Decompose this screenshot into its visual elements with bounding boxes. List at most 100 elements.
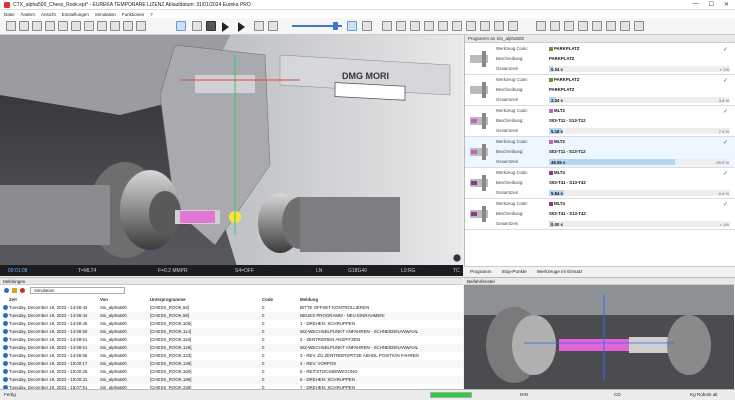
tool-time-value: 2.34 s [551,98,563,103]
check-icon[interactable] [176,21,186,31]
checkbox-icon[interactable] [606,21,616,31]
menu-aendern[interactable]: Ändern [21,12,36,17]
report-icon[interactable] [634,21,644,31]
message-row[interactable]: Tuesday, December 19, 2023 - 14:59:45 Sin… [0,320,463,328]
msg-time: Tuesday, December 19, 2023 - 15:00:17 [9,361,88,366]
close-button[interactable]: ✕ [724,1,729,8]
simulation-viewport[interactable]: DMG MORI [0,35,463,276]
tool-card[interactable]: Werkzeug Code: PARKPLATZ ✓ Beschreibung: PAR… [465,44,735,75]
info-icon [3,305,8,310]
menu-datei[interactable]: Datei [4,12,15,17]
tool-desc-label: Beschreibung: [496,180,524,185]
info-icon [3,313,8,318]
tool-card[interactable]: Werkzeug Code: MLT4 ✓ Beschreibung: S03-T41 … [465,168,735,199]
minimize-button[interactable]: — [693,1,699,8]
messages-filter-bar: Simulation [2,287,462,295]
speed-slider-handle[interactable] [333,22,338,30]
ruler-icon[interactable] [550,21,560,31]
message-row[interactable]: Tuesday, December 19, 2023 - 14:59:51 Sin… [0,336,463,344]
message-row[interactable]: Tuesday, December 19, 2023 - 15:00:25 Sin… [0,368,463,376]
tool-card[interactable]: Werkzeug Code: MLT4 ✓ Beschreibung: S03-T41 … [465,199,735,230]
message-row[interactable]: Tuesday, December 19, 2023 - 14:59:44 Sin… [0,312,463,320]
view-orientation-icon[interactable] [452,253,462,263]
step-back-icon[interactable] [268,21,278,31]
export-icon[interactable] [620,21,630,31]
machine-scene: DMG MORI [0,35,463,276]
open-file-icon[interactable] [19,21,29,31]
network-icon[interactable] [452,21,462,31]
menu-ansicht[interactable]: Ansicht [41,12,56,17]
save-icon[interactable] [32,21,42,31]
info-filter-icon[interactable] [4,288,9,293]
menu-help[interactable]: ? [150,12,153,17]
tool-card[interactable]: Werkzeug Code: PARKPLATZ ✓ Beschreibung: PAR… [465,75,735,106]
table-icon[interactable] [97,21,107,31]
mini-view-scene[interactable] [464,285,734,389]
play-icon[interactable] [222,22,229,32]
dimension-icon[interactable] [564,21,574,31]
camera-icon[interactable] [362,21,372,31]
menu-einstellungen[interactable]: Einstellungen [62,12,89,17]
tool-time-percent: 3.8 % [718,98,729,103]
document-icon[interactable] [84,21,94,31]
pointer-icon[interactable] [480,21,490,31]
tool-desc-label: Beschreibung: [496,211,524,216]
status-bar: Fertig DIN CD Kg Robots ait [0,389,735,400]
col-code[interactable]: Code [262,297,273,302]
layers-icon[interactable] [396,21,406,31]
messages-table-header: Zeit Von Unterprogramme Code Meldung [0,296,463,304]
menu-funktionen[interactable]: Funktionen [122,12,144,17]
tool-total-label: Gesamtzeit [496,221,518,226]
tools-icon[interactable] [110,21,120,31]
tab-programm[interactable]: Programm [470,269,491,274]
view-icon[interactable] [347,21,357,31]
tool-thumbnail-icon [470,206,488,222]
compare-icon[interactable] [578,21,588,31]
maximize-button[interactable]: ☐ [709,1,714,8]
edit-icon[interactable] [58,21,68,31]
col-zeit[interactable]: Zeit [9,297,17,302]
tab-stop-punkte[interactable]: Stop-Punkte [501,269,526,274]
col-von[interactable]: Von [100,297,108,302]
brush-icon[interactable] [71,21,81,31]
message-row[interactable]: Tuesday, December 19, 2023 - 14:59:50 Sin… [0,328,463,336]
machine-icon[interactable] [136,21,146,31]
stop-icon[interactable] [206,21,216,31]
sim-time: 00:01:08 [8,267,28,274]
message-row[interactable]: Tuesday, December 19, 2023 - 14:59:51 Sin… [0,344,463,352]
messages-filter-select[interactable]: Simulation [30,287,125,294]
info-icon [3,353,8,358]
globe-icon[interactable] [438,21,448,31]
cube-icon[interactable] [410,21,420,31]
col-meldung[interactable]: Meldung [300,297,318,302]
msg-code: 0 [262,305,265,310]
collision-icon[interactable] [536,21,546,31]
tool-code-label: Werkzeug Code: [496,108,528,113]
save-as-icon[interactable] [45,21,55,31]
info-icon [3,377,8,382]
warning-filter-icon[interactable] [12,288,17,293]
col-unterprogramme[interactable]: Unterprogramme [150,297,186,302]
message-row[interactable]: Tuesday, December 19, 2023 - 15:00:17 Sin… [0,360,463,368]
error-filter-icon[interactable] [20,288,25,293]
msg-text: 6 - DREHEN: SCHRUPPEN [300,377,355,382]
new-file-icon[interactable] [6,21,16,31]
message-row[interactable]: Tuesday, December 19, 2023 - 14:59:56 Sin… [0,352,463,360]
menu-simulation[interactable]: Simulation [95,12,116,17]
settings-icon[interactable] [123,21,133,31]
section-icon[interactable] [424,21,434,31]
message-row[interactable]: Tuesday, December 19, 2023 - 14:59:43 Sin… [0,304,463,312]
filter-icon[interactable] [592,21,602,31]
target-icon[interactable] [466,21,476,31]
tab-werkzeuge[interactable]: Werkzeuge im Einsatz [537,269,583,274]
grid-icon[interactable] [382,21,392,31]
tool-card[interactable]: Werkzeug Code: MLT2 ✓ Beschreibung: S03-T11 … [465,106,735,137]
message-row[interactable]: Tuesday, December 19, 2023 - 15:00:31 Sin… [0,376,463,384]
measure-icon[interactable] [508,21,518,31]
msg-text: WZ-WECHSELPUNKT ANFAHREN - SCHNEIDENANWA… [300,345,419,350]
fast-forward-icon[interactable] [238,22,245,32]
tool-card[interactable]: Werkzeug Code: MLT2 ✓ Beschreibung: S03-T11 … [465,137,735,168]
reset-icon[interactable] [192,21,202,31]
axis-icon[interactable] [494,21,504,31]
step-icon[interactable] [254,21,264,31]
